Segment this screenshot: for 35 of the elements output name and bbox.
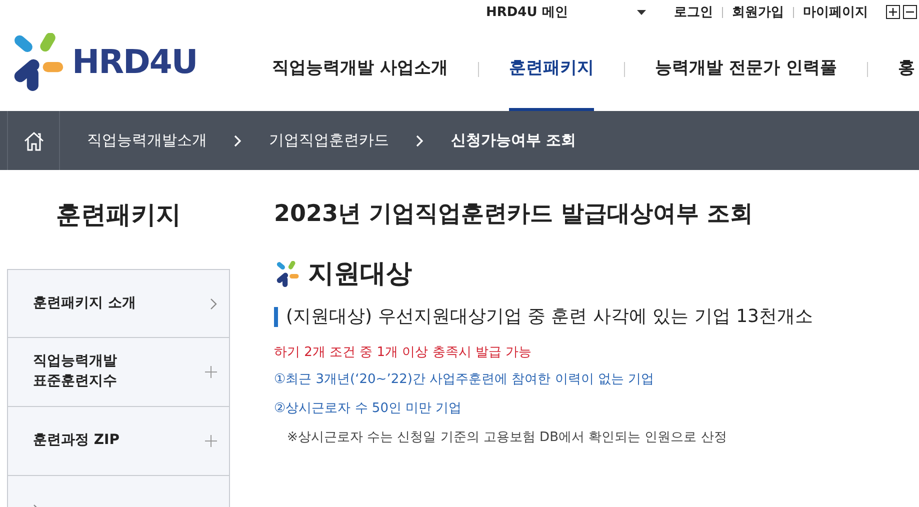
- site-select[interactable]: HRD4U 메인: [486, 3, 646, 21]
- page-title: 2023년 기업직업훈련카드 발급대상여부 조회: [274, 200, 754, 229]
- plus-icon: [205, 435, 217, 447]
- chevron-right-icon: [234, 134, 242, 146]
- nav-tab[interactable]: 능력개발 전문가 인력풀: [654, 24, 837, 111]
- caret-icon: [637, 10, 646, 14]
- subheading: (지원대상) 우선지원대상기업 중 훈련 사각에 있는 기업 13천개소: [274, 307, 919, 327]
- breadcrumb-link[interactable]: 직업능력개발소개: [87, 131, 207, 150]
- section-heading: 지원대상: [308, 258, 412, 291]
- zoom-out-button[interactable]: [903, 5, 917, 19]
- home-button[interactable]: [7, 111, 60, 170]
- chevron-right-icon: [210, 298, 217, 310]
- home-icon: [22, 130, 44, 150]
- plus-icon: [205, 366, 217, 378]
- nav-tab[interactable]: 홍: [898, 24, 915, 111]
- logo[interactable]: HRD4U: [0, 32, 272, 90]
- info-text: ②상시근로자 수 50인 미만 기업: [274, 400, 463, 417]
- chevron-right-icon: [416, 134, 424, 146]
- plus-icon: [889, 8, 897, 16]
- info-text: ①최근 3개년(‘20~’22)간 사업주훈련에 참여한 이력이 없는 기업: [274, 370, 656, 388]
- logo-text: HRD4U: [72, 42, 198, 81]
- nav-tab[interactable]: 직업능력개발 사업소개: [272, 24, 448, 111]
- top-link[interactable]: 마이페이지: [803, 3, 868, 21]
- star-icon: [274, 260, 300, 286]
- info-text: 하기 2개 조건 중 1개 이상 충족시 발급 가능: [274, 344, 533, 361]
- breadcrumb-link[interactable]: 기업직업훈련카드: [269, 131, 389, 150]
- sidebar-item[interactable]: 직업능력개발 표준훈련지수: [7, 338, 230, 407]
- zoom-in-button[interactable]: [886, 5, 900, 19]
- sidebar-item[interactable]: 훈련패키지 소개: [7, 269, 230, 338]
- top-link[interactable]: 회원가입: [732, 3, 784, 21]
- info-text: ※상시근로자 수는 신청일 기준의 고용보험 DB에서 확인되는 인원으로 산정: [286, 428, 728, 446]
- sidebar-title: 훈련패키지: [55, 199, 182, 231]
- sidebar-item[interactable]: 훈련과정 ZIP: [7, 407, 230, 476]
- top-link[interactable]: 로그인: [674, 3, 713, 21]
- breadcrumb-link[interactable]: 신청가능여부 조회: [451, 131, 576, 150]
